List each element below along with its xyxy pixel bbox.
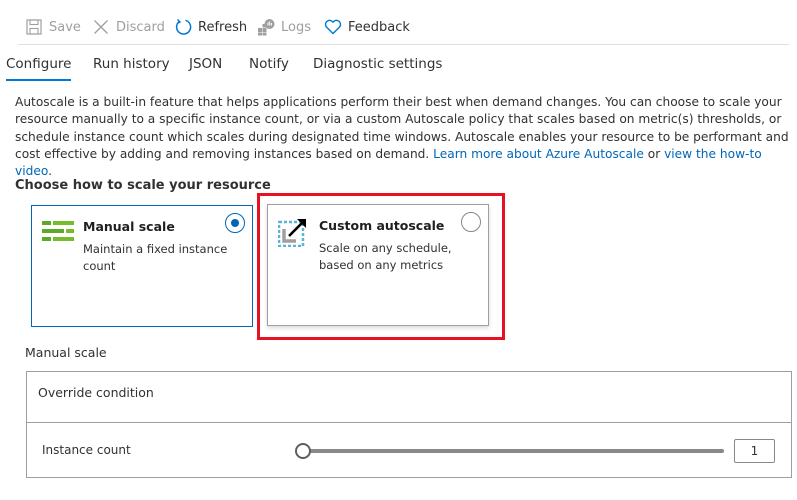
description-connector: or [643, 146, 665, 161]
tab-run-history[interactable]: Run history [93, 56, 170, 72]
custom-autoscale-option[interactable]: Custom autoscale Scale on any schedule, … [267, 204, 489, 326]
refresh-icon [174, 18, 192, 36]
override-condition-row: Override condition [27, 372, 791, 423]
manual-scale-icon [42, 218, 74, 246]
tab-notify[interactable]: Notify [249, 56, 289, 72]
feedback-button[interactable]: Feedback [324, 16, 410, 38]
refresh-label: Refresh [198, 19, 248, 35]
refresh-button[interactable]: Refresh [174, 16, 247, 38]
save-label: Save [49, 19, 81, 35]
tab-diagnostic-settings[interactable]: Diagnostic settings [313, 56, 442, 72]
manual-scale-panel: Override condition Instance count [26, 371, 792, 478]
command-bar: Save Discard Refresh Logs Feedback [0, 0, 797, 45]
close-icon [92, 18, 110, 36]
logs-icon [257, 18, 275, 36]
feedback-label: Feedback [348, 19, 410, 35]
tab-configure[interactable]: Configure [6, 56, 72, 81]
logs-button[interactable]: Logs [257, 16, 311, 38]
instance-count-slider-thumb[interactable] [295, 443, 311, 459]
toolbar-divider [18, 44, 789, 45]
save-icon [25, 18, 43, 36]
override-condition-label: Override condition [38, 385, 154, 400]
instance-count-label: Instance count [42, 443, 131, 457]
autoscale-description: Autoscale is a built-in feature that hel… [15, 94, 790, 180]
learn-more-link[interactable]: Learn more about Azure Autoscale [433, 147, 644, 161]
discard-button[interactable]: Discard [92, 16, 165, 38]
custom-autoscale-title: Custom autoscale [319, 218, 445, 233]
custom-autoscale-radio[interactable] [461, 212, 481, 232]
save-button[interactable]: Save [25, 16, 81, 38]
tab-json[interactable]: JSON [189, 56, 222, 72]
logs-label: Logs [281, 19, 311, 35]
scale-section-title: Choose how to scale your resource [15, 178, 271, 193]
manual-scale-subtitle: Maintain a fixed instance count [83, 242, 228, 273]
manual-scale-option[interactable]: Manual scale Maintain a fixed instance c… [31, 205, 253, 327]
manual-scale-title: Manual scale [83, 219, 175, 234]
manual-scale-radio[interactable] [225, 213, 245, 233]
instance-count-slider-track[interactable] [306, 449, 724, 453]
heart-icon [324, 18, 342, 36]
discard-label: Discard [116, 19, 165, 35]
instance-count-input[interactable] [734, 439, 775, 463]
custom-autoscale-subtitle: Scale on any schedule, based on any metr… [319, 241, 452, 272]
manual-scale-label: Manual scale [25, 345, 107, 360]
custom-autoscale-icon [277, 217, 310, 248]
description-end: . [48, 164, 52, 179]
